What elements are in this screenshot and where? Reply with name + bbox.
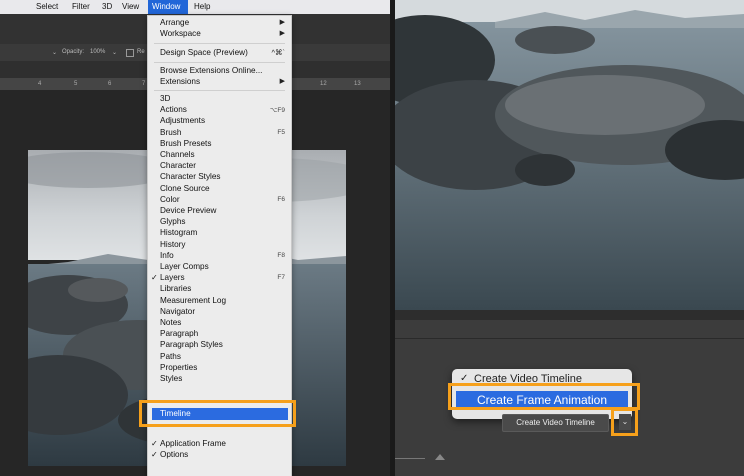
menu-item-panel[interactable]: History	[160, 240, 185, 249]
menu-separator	[154, 90, 285, 91]
checkmark-icon: ✓	[151, 450, 158, 459]
menu-item-options[interactable]: Options	[160, 450, 188, 459]
menu-item-panel[interactable]: Libraries	[160, 284, 191, 293]
menu-filter[interactable]: Filter	[72, 2, 90, 11]
menu-item-panel[interactable]: Layers	[160, 273, 185, 282]
menu-item-panel[interactable]: Actions	[160, 105, 187, 114]
menu-item-panel[interactable]: Info	[160, 251, 174, 260]
menu-3d[interactable]: 3D	[102, 2, 112, 11]
opacity-chevron-icon: ⌄	[52, 50, 58, 56]
menu-item-panel[interactable]: 3D	[160, 94, 170, 103]
submenu-arrow-icon: ▶	[279, 78, 285, 85]
zoom-slider-track[interactable]	[395, 458, 425, 459]
checkmark-icon: ✓	[151, 439, 158, 448]
menu-item-panel[interactable]: Channels	[160, 150, 195, 159]
opacity-dropdown-icon[interactable]: ⌄	[112, 49, 117, 56]
ruler-tick: 7	[142, 81, 146, 87]
menu-item-panel[interactable]: Device Preview	[160, 206, 216, 215]
menu-item-panel[interactable]: Character Styles	[160, 172, 221, 181]
option-re-label: Re	[137, 49, 145, 55]
ruler-tick: 4	[38, 81, 42, 87]
menu-item-extensions[interactable]: Extensions	[160, 77, 200, 86]
submenu-arrow-icon: ▶	[279, 30, 285, 37]
frame-animation-highlight-box	[448, 383, 640, 410]
menu-shortcut: F8	[277, 251, 285, 259]
ruler-tick: 12	[320, 81, 327, 87]
opacity-value[interactable]: 100%	[90, 49, 105, 55]
menu-item-panel[interactable]: Histogram	[160, 228, 197, 237]
menu-item-panel[interactable]: Measurement Log	[160, 296, 226, 305]
menu-shortcut: F7	[277, 274, 285, 282]
menu-item-panel[interactable]: Styles	[160, 374, 182, 383]
menu-item-browse-extensions[interactable]: Browse Extensions Online...	[160, 66, 262, 75]
menu-item-panel[interactable]: Adjustments	[160, 116, 205, 125]
menu-item-design-space[interactable]: Design Space (Preview)	[160, 48, 248, 57]
dropdown-highlight-box	[611, 408, 638, 436]
ruler-tick: 5	[74, 81, 78, 87]
menu-item-panel[interactable]: Paragraph	[160, 329, 198, 338]
menu-shortcut: F5	[277, 128, 285, 136]
menu-item-arrange[interactable]: Arrange	[160, 18, 189, 27]
menu-shortcut: F6	[277, 195, 285, 203]
menu-item-workspace[interactable]: Workspace	[160, 29, 201, 38]
panel-header-strip	[395, 310, 744, 320]
menu-help[interactable]: Help	[194, 2, 210, 11]
menu-item-panel[interactable]: Notes	[160, 318, 181, 327]
menu-separator	[154, 62, 285, 63]
menu-window-label: Window	[152, 2, 181, 11]
menu-item-panel[interactable]: Character	[160, 161, 196, 170]
menu-item-panel[interactable]: Brush	[160, 128, 181, 137]
checkbox[interactable]	[126, 49, 134, 57]
timeline-highlight-box	[139, 400, 296, 427]
menu-item-panel[interactable]: Layer Comps	[160, 262, 209, 271]
menu-window[interactable]: Window	[148, 0, 188, 14]
photoshop-right-window: ✓ Create Video Timeline Create Frame Ani…	[395, 0, 744, 476]
menu-select[interactable]: Select	[36, 2, 58, 11]
menu-item-panel[interactable]: Properties	[160, 363, 197, 372]
lake-photo-right-image	[395, 0, 744, 310]
ruler-tick: 6	[108, 81, 112, 87]
menu-item-panel[interactable]: Brush Presets	[160, 139, 211, 148]
menu-item-panel[interactable]: Paths	[160, 352, 181, 361]
menu-item-application-frame[interactable]: Application Frame	[160, 439, 226, 448]
menu-item-panel[interactable]: Glyphs	[160, 217, 185, 226]
checkmark-icon: ✓	[151, 273, 158, 283]
create-video-timeline-button[interactable]: Create Video Timeline	[502, 414, 609, 432]
menu-separator	[154, 43, 285, 44]
submenu-arrow-icon: ▶	[279, 19, 285, 26]
ruler-tick: 13	[354, 81, 361, 87]
menu-item-panel[interactable]: Paragraph Styles	[160, 340, 223, 349]
lake-photo-right	[395, 0, 744, 310]
menu-item-panel[interactable]: Color	[160, 195, 180, 204]
opacity-label: Opacity:	[62, 49, 85, 55]
menu-shortcut: ⌥F9	[269, 107, 285, 115]
mountain-icon	[435, 454, 445, 460]
menu-item-panel[interactable]: Navigator	[160, 307, 195, 316]
photoshop-left-window: Select Filter 3D View Window Help ⌄ Opac…	[0, 0, 390, 476]
menu-view[interactable]: View	[122, 2, 139, 11]
menu-item-panel[interactable]: Clone Source	[160, 184, 210, 193]
panel-divider-line	[395, 338, 744, 339]
menu-bar: Select Filter 3D View Window Help	[0, 0, 390, 14]
shortcut-design-space: ^⌘`	[271, 48, 285, 57]
